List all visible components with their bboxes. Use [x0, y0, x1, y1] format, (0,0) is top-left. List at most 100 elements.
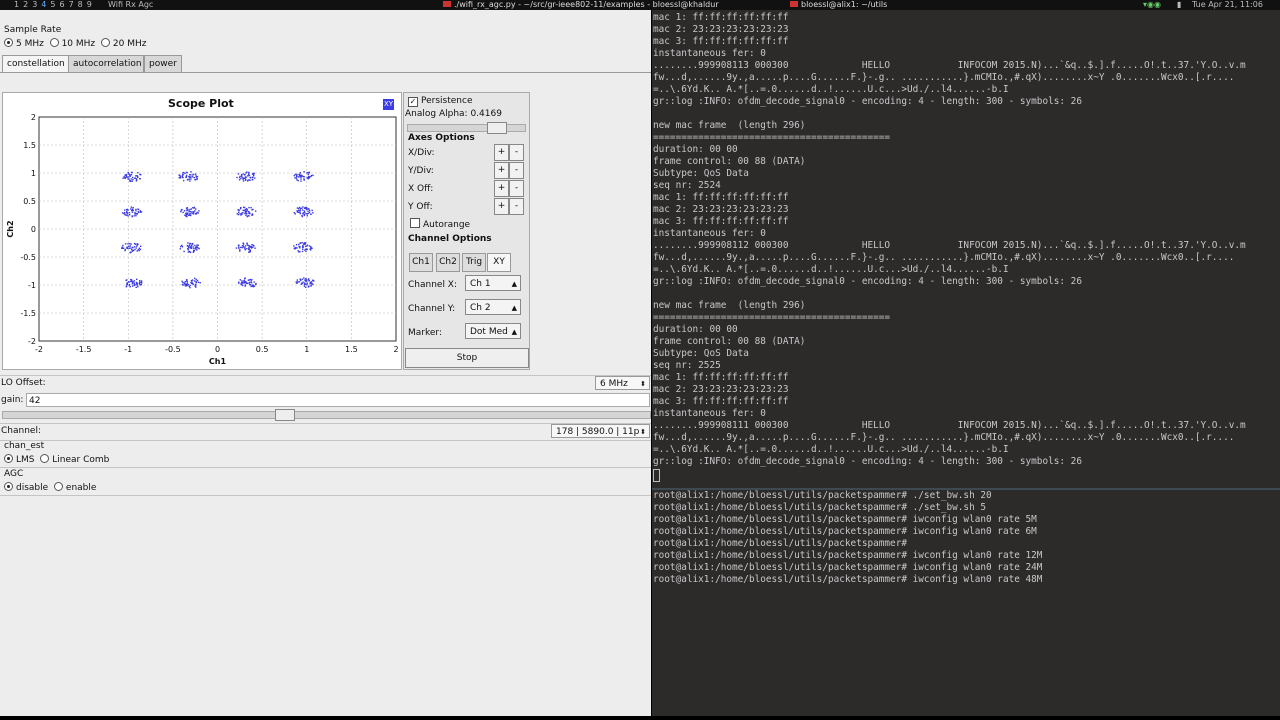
constellation-point: [305, 277, 307, 280]
workspace-3[interactable]: 3: [32, 0, 37, 9]
log-line: =..\.6Yd.K.. A.*[..=.0......d..!......U.…: [653, 444, 1009, 455]
constellation-point: [185, 176, 187, 178]
scope-plot[interactable]: Scope Plot XY -2 -1.5 -1 -0.5 0 0.5 1 1.5 2 2 1.5 1…: [2, 92, 402, 370]
autorange-checkbox[interactable]: Autorange: [410, 218, 470, 230]
gain-input[interactable]: 42: [26, 393, 650, 407]
constellation-point: [241, 246, 243, 249]
y-tick-label: -1: [28, 281, 36, 290]
persistence-checkbox[interactable]: ✓ Persistence: [408, 96, 472, 107]
agc-disable[interactable]: disable: [4, 482, 49, 493]
terminal-window[interactable]: mac 1: ff:ff:ff:ff:ff:ff mac 2: 23:23:23:…: [652, 10, 1280, 716]
constellation-point: [248, 210, 250, 213]
window-title-1[interactable]: ./wifi_rx_agc.py - ~/src/gr-ieee802-11/e…: [443, 0, 719, 10]
constellation-point: [305, 250, 307, 253]
slider-handle[interactable]: [274, 409, 295, 421]
constellation-point: [308, 245, 311, 247]
constellation-point: [187, 214, 190, 216]
stop-button[interactable]: Stop: [405, 348, 529, 368]
constellation-point: [186, 281, 189, 283]
workspace-5[interactable]: 5: [50, 0, 55, 9]
lo-offset-value: 6 MHz: [600, 379, 628, 389]
constellation-point: [306, 244, 309, 246]
sample-rate-10mhz[interactable]: 10 MHz: [49, 38, 95, 49]
analog-alpha-slider[interactable]: [407, 122, 526, 134]
constellation-point: [238, 179, 241, 181]
x-div-plus-button[interactable]: +: [494, 144, 509, 161]
constellation-point: [131, 215, 133, 217]
terminal-split-divider[interactable]: [652, 488, 1280, 490]
constellation-point: [190, 214, 192, 217]
tab-xy[interactable]: XY: [487, 253, 511, 272]
y-div-plus-button[interactable]: +: [494, 162, 509, 179]
y-div-minus-button[interactable]: -: [509, 162, 524, 179]
shell-line: root@alix1:/home/bloessl/utils/packetspa…: [653, 574, 1043, 585]
network-icon[interactable]: ▾◉◉: [1143, 0, 1161, 10]
constellation-point: [244, 179, 247, 181]
chan-est-lms[interactable]: LMS: [4, 454, 35, 465]
tab-trig[interactable]: Trig: [462, 253, 486, 272]
constellation-point: [186, 284, 188, 287]
x-off-minus-button[interactable]: -: [509, 180, 524, 197]
marker-select[interactable]: Dot Med ▲: [465, 323, 521, 339]
constellation-point: [303, 170, 305, 173]
chan-est-linear-comb[interactable]: Linear Comb: [40, 454, 109, 465]
constellation-point: [301, 278, 304, 280]
constellation-point: [251, 244, 253, 246]
constellation-point: [193, 176, 195, 179]
log-line: gr::log :INFO: ofdm_decode_signal0 - enc…: [653, 276, 1082, 287]
window-title-2[interactable]: bloessl@alix1: ~/utils: [790, 0, 887, 10]
constellation-point: [130, 251, 132, 253]
shell-line: root@alix1:/home/bloessl/utils/packetspa…: [653, 538, 907, 549]
shell-line: root@alix1:/home/bloessl/utils/packetspa…: [653, 562, 1043, 573]
constellation-point: [237, 173, 240, 175]
constellation-point: [250, 285, 252, 288]
tab-autocorrelation[interactable]: autocorrelation: [68, 55, 144, 73]
workspace-1[interactable]: 1: [14, 0, 19, 9]
tab-ch2[interactable]: Ch2: [436, 253, 460, 272]
constellation-point: [251, 214, 253, 216]
constellation-point: [246, 242, 248, 244]
clock: Tue Apr 21, 11:06: [1192, 0, 1263, 9]
constellation-point: [185, 207, 188, 209]
y-tick-label: 0.5: [23, 197, 36, 206]
x-off-plus-button[interactable]: +: [494, 180, 509, 197]
workspace-8[interactable]: 8: [78, 0, 83, 9]
constellation-point: [308, 209, 311, 212]
workspace-2[interactable]: 2: [23, 0, 28, 9]
x-div-minus-button[interactable]: -: [509, 144, 524, 161]
agc-enable[interactable]: enable: [53, 482, 96, 493]
sample-rate-5mhz[interactable]: 5 MHz: [4, 38, 44, 49]
constellation-point: [307, 173, 310, 176]
channel-options-heading: Channel Options: [408, 234, 492, 244]
gain-slider[interactable]: [2, 409, 651, 421]
workspace-7[interactable]: 7: [69, 0, 74, 9]
tab-ch1[interactable]: Ch1: [409, 253, 433, 272]
constellation-point: [311, 282, 313, 285]
constellation-point: [137, 171, 139, 174]
agc-option: disable: [16, 483, 49, 493]
log-line: mac 2: 23:23:23:23:23:23: [653, 204, 789, 215]
lo-offset-select[interactable]: 6 MHz ⬍: [595, 376, 650, 390]
constellation-point: [307, 212, 310, 215]
constellation-point: [295, 175, 298, 178]
workspace-6[interactable]: 6: [59, 0, 64, 9]
y-tick-label: 2: [31, 113, 36, 122]
channel-x-select[interactable]: Ch 1 ▲: [465, 275, 521, 291]
constellation-point: [296, 210, 298, 212]
tab-power[interactable]: power: [144, 55, 182, 73]
workspace-switcher[interactable]: 123456789: [14, 0, 96, 10]
constellation-point: [198, 247, 200, 250]
channel-select[interactable]: 178 | 5890.0 | 11p ⬍: [551, 424, 650, 438]
constellation-point: [245, 172, 247, 174]
tab-constellation[interactable]: constellation: [2, 55, 70, 73]
radio-icon: [100, 38, 110, 47]
workspace-9[interactable]: 9: [87, 0, 92, 9]
y-off-minus-button[interactable]: -: [509, 198, 524, 215]
slider-handle[interactable]: [486, 122, 507, 134]
constellation-point: [190, 208, 193, 210]
sample-rate-20mhz[interactable]: 20 MHz: [100, 38, 146, 49]
channel-y-select[interactable]: Ch 2 ▲: [465, 299, 521, 315]
workspace-4[interactable]: 4: [41, 0, 46, 9]
y-off-plus-button[interactable]: +: [494, 198, 509, 215]
constellation-point: [237, 211, 240, 214]
